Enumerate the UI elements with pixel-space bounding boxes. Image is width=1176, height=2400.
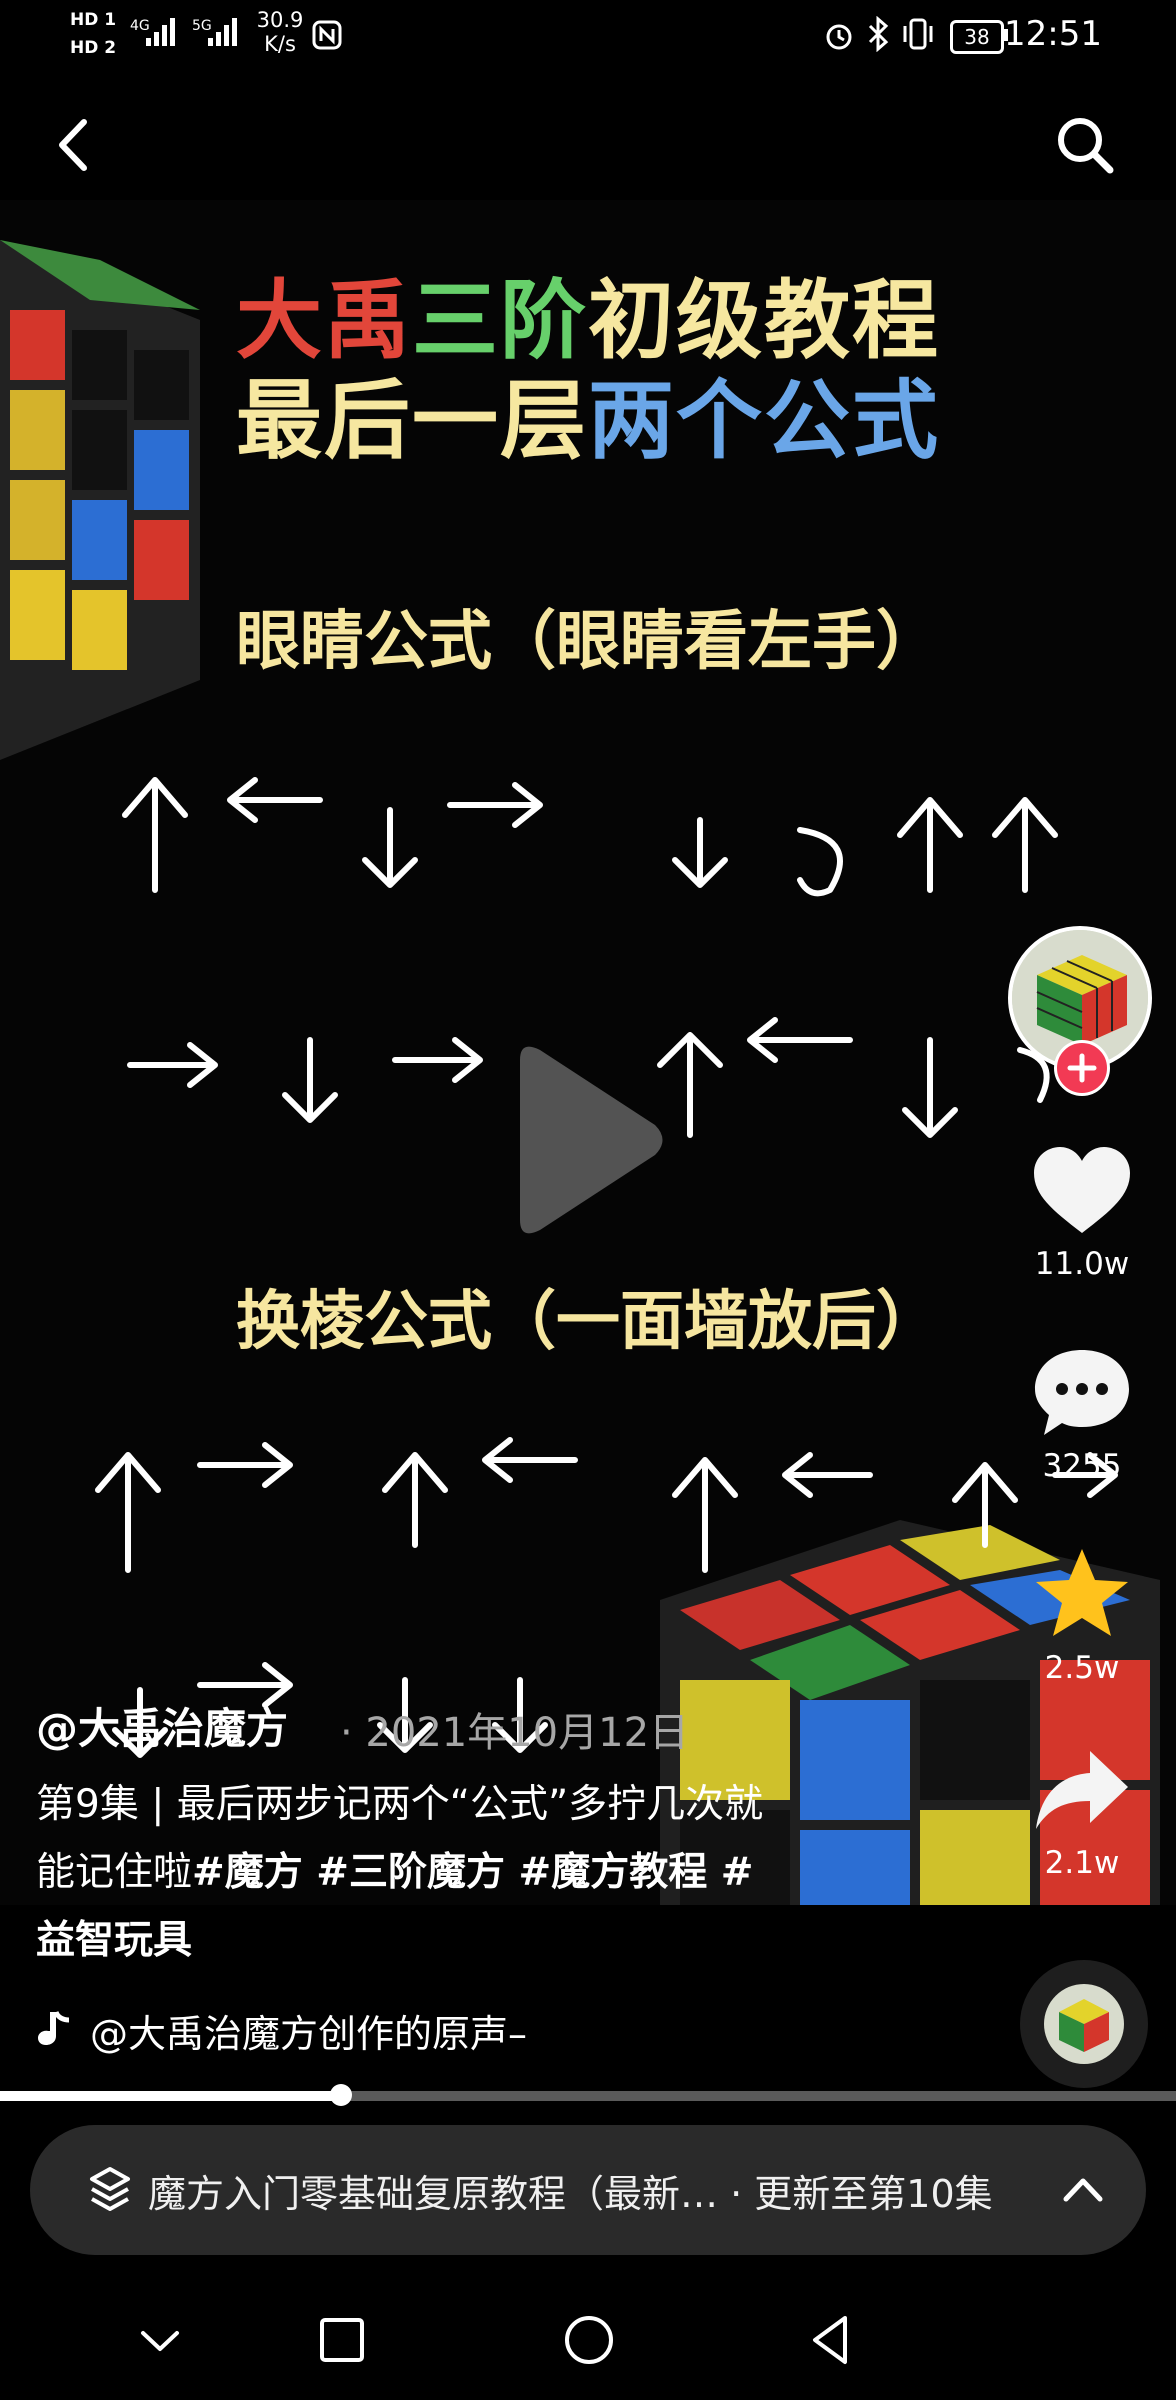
series-collection-bar[interactable]: 魔方入门零基础复原教程（最新… · 更新至第10集 <box>30 2125 1146 2255</box>
caption-line3: 益智玩具 <box>36 1908 896 1974</box>
nav-recents-icon[interactable] <box>307 2305 377 2375</box>
author-name-link[interactable]: @大禹治魔方 <box>36 1695 288 1756</box>
favorite-count: 2.5w <box>1044 1650 1120 1686</box>
caption-line1: 第9集 | 最后两步记两个“公式”多拧几次就 <box>36 1782 764 1827</box>
music-source-link[interactable]: @大禹治魔方创作的原声– <box>90 2003 527 2058</box>
like-count: 11.0w <box>1034 1246 1130 1282</box>
title-part-yellow2: 最后一层 <box>236 371 588 471</box>
nav-home-icon[interactable] <box>554 2305 624 2375</box>
signal1-icon <box>146 18 175 46</box>
clock: 12:51 <box>1004 14 1102 54</box>
comment-icon[interactable] <box>1032 1345 1132 1440</box>
play-icon[interactable] <box>500 1040 670 1240</box>
hashtag-link-toy[interactable]: 益智玩具 <box>36 1918 192 1963</box>
nfc-icon <box>312 20 342 50</box>
net-speed: 30.9 K/s <box>255 8 305 56</box>
progress-knob[interactable] <box>330 2084 352 2106</box>
bluetooth-icon <box>868 16 889 52</box>
caption-text: 能记住啦 <box>36 1850 193 1895</box>
series-update: · 更新至第10集 <box>730 2172 993 2216</box>
vibrate-icon <box>903 18 933 50</box>
progress-fill <box>0 2091 341 2101</box>
music-note-icon <box>38 2010 70 2045</box>
music-disc-cover <box>1044 1984 1124 2064</box>
series-text: 魔方入门零基础复原教程（最新… · 更新至第10集 <box>148 2163 993 2218</box>
battery-icon: 38 <box>950 20 1004 54</box>
signal2-icon <box>208 18 237 46</box>
comment-count: 3255 <box>1042 1448 1122 1484</box>
like-heart-icon[interactable] <box>1032 1145 1132 1235</box>
title-part-blue: 两个公式 <box>588 371 940 471</box>
video-title-line2: 最后一层两个公式 <box>0 350 1176 475</box>
hashtag-links[interactable]: #魔方 #三阶魔方 #魔方教程 # <box>192 1850 753 1895</box>
music-disc-button[interactable] <box>1020 1960 1148 2088</box>
series-title: 魔方入门零基础复原教程（最新… <box>148 2172 719 2216</box>
caption-line2: 能记住啦#魔方 #三阶魔方 #魔方教程 # <box>36 1840 896 1906</box>
status-bar: HD 1 HD 2 4G 5G 30.9 K/s 38 12:51 <box>0 0 1176 72</box>
nav-collapse-chevron-icon[interactable] <box>125 2305 195 2375</box>
section1-heading: 眼睛公式（眼睛看左手） <box>236 605 940 679</box>
hd1-indicator: HD 1 <box>70 10 117 30</box>
hd2-indicator: HD 2 <box>70 38 117 58</box>
net-speed-value: 30.9 <box>256 8 304 32</box>
disc-cube-image <box>1059 1999 1109 2052</box>
section2-heading: 换棱公式（一面墙放后） <box>236 1285 940 1359</box>
search-icon[interactable] <box>1050 110 1120 180</box>
back-icon[interactable] <box>40 110 110 180</box>
nav-back-icon[interactable] <box>797 2305 867 2375</box>
layers-icon <box>90 2167 130 2211</box>
chevron-up-icon[interactable] <box>1058 2165 1108 2215</box>
plus-icon <box>1067 1053 1097 1083</box>
video-progress-bar[interactable] <box>0 2084 1176 2106</box>
favorite-star-icon[interactable] <box>1032 1545 1132 1640</box>
alarm-icon <box>826 24 852 50</box>
battery-level: 38 <box>964 25 990 49</box>
share-count: 2.1w <box>1044 1845 1120 1881</box>
share-icon[interactable] <box>1032 1745 1132 1835</box>
post-date: · 2021年10月12日 <box>340 1710 690 1756</box>
net-speed-unit: K/s <box>264 32 296 56</box>
follow-button[interactable] <box>1054 1040 1110 1096</box>
